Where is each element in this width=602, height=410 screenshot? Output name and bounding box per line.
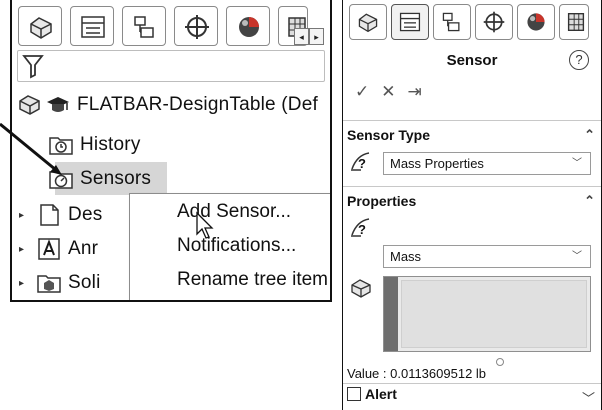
selection-color-strip [384,277,398,351]
menu-item-rename-tree-item[interactable]: Rename tree item [130,263,330,297]
solid-bodies-folder-icon [37,275,61,293]
part-icon [19,95,40,115]
resize-grip-icon[interactable] [496,358,504,366]
ok-button[interactable]: ✓ [355,82,369,104]
scroll-left-button[interactable]: ◂ [294,28,309,45]
manager-tabs: ◂ ▸ [12,0,330,48]
entity-selection-box[interactable] [383,276,591,352]
alert-section-header[interactable]: Alert [347,386,397,402]
alert-checkbox[interactable] [347,387,361,401]
property-icon: ? [351,218,370,237]
collapse-chevron-icon[interactable]: ⌃ [584,190,595,212]
tree-label-design-binder: Des [68,204,103,225]
section-properties-header[interactable]: Properties ⌃ [343,190,601,212]
expand-arrow-icon[interactable]: ▸ [19,210,24,221]
annotations-icon [38,238,60,260]
chevron-down-icon: ﹀ [572,158,582,169]
sensor-type-icon: ? [351,152,370,171]
property-dropdown[interactable]: Mass ﹀ [383,245,591,268]
expand-chevron-icon[interactable]: ﹀ [582,388,595,407]
divider [343,383,601,384]
tree-label-sensors: Sensors [80,168,152,189]
expand-arrow-icon[interactable]: ▸ [19,278,24,289]
configuration-manager-icon [134,16,154,38]
property-value: Mass [390,249,422,264]
section-sensor-type-header[interactable]: Sensor Type ⌃ [343,124,601,146]
sensors-folder-icon [49,171,73,189]
divider [343,186,601,187]
divider [343,120,601,121]
svg-text:?: ? [358,222,366,237]
tab-configuration-manager[interactable] [122,6,166,46]
tab-feature-manager[interactable] [349,4,387,40]
tab-configuration-manager[interactable] [433,4,471,40]
appearance-sphere-icon [239,17,259,37]
section-properties-label: Properties [347,193,417,209]
design-binder-icon [40,204,59,226]
tab-property-manager[interactable] [70,6,114,46]
value-readout: Value : 0.0113609512 lb [347,366,487,381]
tab-dimxpert-manager[interactable] [174,6,218,46]
section-sensor-type-label: Sensor Type [347,127,430,143]
tree-row-annotations[interactable]: ▸ Anr [17,234,98,264]
crosshair-icon [185,15,209,39]
crosshair-icon [483,11,505,33]
menu-item-notifications[interactable]: Notifications... [130,229,330,263]
cancel-button[interactable]: ✕ [381,82,395,104]
action-buttons: ✓ ✕ ⇥ [355,82,422,104]
tree-row-part[interactable]: FLATBAR-DesignTable (Def [17,90,318,120]
tree-row-design-binder[interactable]: ▸ Des [17,200,102,230]
property-manager-icon [399,12,421,32]
tab-more[interactable] [559,4,589,40]
alert-label: Alert [365,386,397,402]
tree-label-solid-bodies: Soli [68,272,101,293]
appearance-sphere-icon [527,13,545,31]
menu-item-add-sensor[interactable]: Add Sensor... [130,195,330,229]
sensor-type-value: Mass Properties [390,156,484,171]
tab-dimxpert-manager[interactable] [475,4,513,40]
chevron-down-icon: ﹀ [572,251,582,262]
context-menu: Add Sensor... Notifications... Rename tr… [129,193,330,300]
tree-label-history: History [80,134,141,155]
panel-title: Sensor [446,52,498,69]
tab-display-manager[interactable] [226,6,270,46]
selection-list[interactable] [401,280,587,348]
part-icon [351,279,371,298]
feature-manager-panel: ◂ ▸ FLATBAR-DesignTable (Def History Sen… [10,0,332,302]
filter-icon [22,55,44,79]
tab-feature-manager[interactable] [18,6,62,46]
property-manager-icon [81,16,105,38]
svg-text:?: ? [358,156,366,171]
tree-row-solid-bodies[interactable]: ▸ Soli [17,268,101,298]
tree-label-annotations: Anr [68,238,99,259]
sensor-property-manager: Sensor ? ✓ ✕ ⇥ Sensor Type ⌃ ? Mass Prop… [342,0,602,410]
tab-property-manager[interactable] [391,4,429,40]
tree-row-history[interactable]: History [48,130,141,160]
sensor-type-dropdown[interactable]: Mass Properties ﹀ [383,152,591,175]
grid-tools-icon [567,13,585,31]
configuration-manager-icon [442,12,460,32]
help-icon[interactable]: ? [569,50,589,70]
feature-manager-icon [30,17,52,39]
history-folder-icon [49,137,73,155]
expand-arrow-icon[interactable]: ▸ [19,244,24,255]
part-name-label: FLATBAR-DesignTable (Def [77,94,318,115]
scroll-right-button[interactable]: ▸ [309,28,324,45]
manager-tabs [343,0,601,44]
pin-button[interactable]: ⇥ [408,82,422,104]
feature-manager-icon [358,13,378,33]
graduation-cap-icon [47,97,69,112]
tree-filter-bar[interactable] [17,50,325,82]
tree-row-sensors[interactable]: Sensors [48,164,151,194]
collapse-chevron-icon[interactable]: ⌃ [584,124,595,146]
tab-display-manager[interactable] [517,4,555,40]
